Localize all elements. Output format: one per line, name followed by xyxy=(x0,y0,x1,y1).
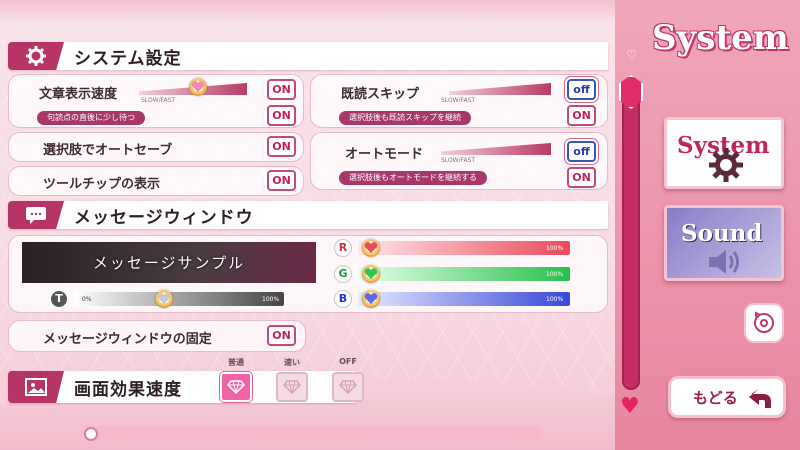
tab-system[interactable]: System xyxy=(664,117,784,189)
effect-option-fast-caption: 速い xyxy=(284,358,300,367)
message-sample-preview: メッセージサンプル xyxy=(22,242,316,283)
green-badge: G xyxy=(334,265,352,283)
red-badge: R xyxy=(334,239,352,257)
blue-slider[interactable] xyxy=(358,292,570,306)
top-decoration xyxy=(0,0,615,24)
speaker-icon xyxy=(709,250,739,274)
transparency-min: 0% xyxy=(82,296,92,303)
green-knob[interactable] xyxy=(361,265,380,283)
autosave-row: 選択肢でオートセーブ ON xyxy=(8,132,304,162)
text-speed-knob[interactable] xyxy=(189,78,207,96)
vertical-scrollbar[interactable] xyxy=(622,78,640,390)
info-icon xyxy=(84,427,98,441)
message-window-title: メッセージウィンドウ xyxy=(74,207,254,228)
red-max: 100% xyxy=(546,245,564,252)
system-logo: System xyxy=(652,18,789,58)
effect-option-normal-caption: 普通 xyxy=(228,358,244,367)
text-speed-note-toggle[interactable]: ON xyxy=(267,105,296,126)
diamond-icon xyxy=(339,380,357,394)
transparency-max: 100% xyxy=(262,296,280,303)
autosave-toggle[interactable]: ON xyxy=(267,136,296,157)
back-button-label: もどる xyxy=(693,388,738,407)
blue-knob[interactable] xyxy=(361,290,380,308)
speech-bubble-icon xyxy=(8,201,64,229)
tooltip-toggle[interactable]: ON xyxy=(267,170,296,191)
bottom-progress-bar xyxy=(82,426,542,442)
message-window-header: メッセージウィンドウ xyxy=(8,201,608,229)
heart-top-icon: ♡ xyxy=(626,48,637,62)
blue-badge: B xyxy=(334,290,352,308)
transparency-slider[interactable] xyxy=(74,292,284,306)
effect-option-off-caption: OFF xyxy=(339,357,357,366)
green-max: 100% xyxy=(546,271,564,278)
auto-mode-note-toggle[interactable]: ON xyxy=(567,167,596,188)
auto-mode-row: オートモード SLOW/FAST off 選択肢後もオートモードを継続する ON xyxy=(310,132,608,190)
diamond-icon xyxy=(283,380,301,394)
skip-speed-slider[interactable] xyxy=(449,83,551,95)
text-speed-row: 文章表示速度 SLOW/FAST ON 句読点の直後に少し待つ ON xyxy=(8,74,304,128)
tab-sound[interactable]: Sound xyxy=(664,205,784,281)
effect-option-off[interactable] xyxy=(332,372,364,402)
reset-gear-icon xyxy=(754,311,774,333)
skip-caption: SLOW/FAST xyxy=(441,97,476,104)
back-button[interactable]: もどる xyxy=(668,376,786,418)
fix-window-toggle[interactable]: ON xyxy=(267,325,296,346)
system-settings-title: システム設定 xyxy=(74,48,182,69)
transparency-badge: T xyxy=(50,290,68,308)
heart-bottom-icon: ♥ xyxy=(620,394,640,419)
reset-settings-button[interactable] xyxy=(744,303,784,343)
autosave-label: 選択肢でオートセーブ xyxy=(43,143,173,158)
auto-mode-note: 選択肢後もオートモードを継続する xyxy=(339,171,487,185)
text-speed-label: 文章表示速度 xyxy=(39,87,118,102)
picture-icon xyxy=(8,371,64,403)
message-sample-text: メッセージサンプル xyxy=(92,254,246,272)
skip-read-row: 既読スキップ SLOW/FAST off 選択肢後も既読スキップを継続 ON xyxy=(310,74,608,128)
text-speed-toggle[interactable]: ON xyxy=(267,79,296,100)
text-speed-note: 句読点の直後に少し待つ xyxy=(37,111,145,125)
fix-window-row: メッセージウィンドウの固定 ON xyxy=(8,320,306,352)
tooltip-label: ツールチップの表示 xyxy=(43,177,161,192)
skip-read-note: 選択肢後も既読スキップを継続 xyxy=(339,111,471,125)
text-speed-caption: SLOW/FAST xyxy=(141,97,176,104)
effect-speed-title: 画面効果速度 xyxy=(74,379,182,400)
green-slider[interactable] xyxy=(358,267,570,281)
gear-icon xyxy=(709,148,743,182)
system-settings-header: システム設定 xyxy=(8,42,608,70)
auto-caption: SLOW/FAST xyxy=(441,157,476,164)
skip-read-label: 既読スキップ xyxy=(341,87,420,102)
red-knob[interactable] xyxy=(361,239,380,257)
return-arrow-icon xyxy=(749,389,771,408)
red-slider[interactable] xyxy=(358,241,570,255)
auto-speed-slider[interactable] xyxy=(441,143,551,155)
blue-max: 100% xyxy=(546,296,564,303)
auto-mode-label: オートモード xyxy=(345,147,424,162)
effect-option-normal[interactable] xyxy=(220,372,252,402)
fix-window-label: メッセージウィンドウの固定 xyxy=(43,332,212,347)
gear-icon xyxy=(8,42,64,70)
tooltip-row: ツールチップの表示 ON xyxy=(8,166,304,196)
effect-option-fast[interactable] xyxy=(276,372,308,402)
auto-mode-toggle[interactable]: off xyxy=(567,141,596,162)
skip-read-note-toggle[interactable]: ON xyxy=(567,105,596,126)
tab-sound-label: Sound xyxy=(681,220,763,247)
diamond-icon xyxy=(227,380,245,394)
skip-read-toggle[interactable]: off xyxy=(567,79,596,100)
